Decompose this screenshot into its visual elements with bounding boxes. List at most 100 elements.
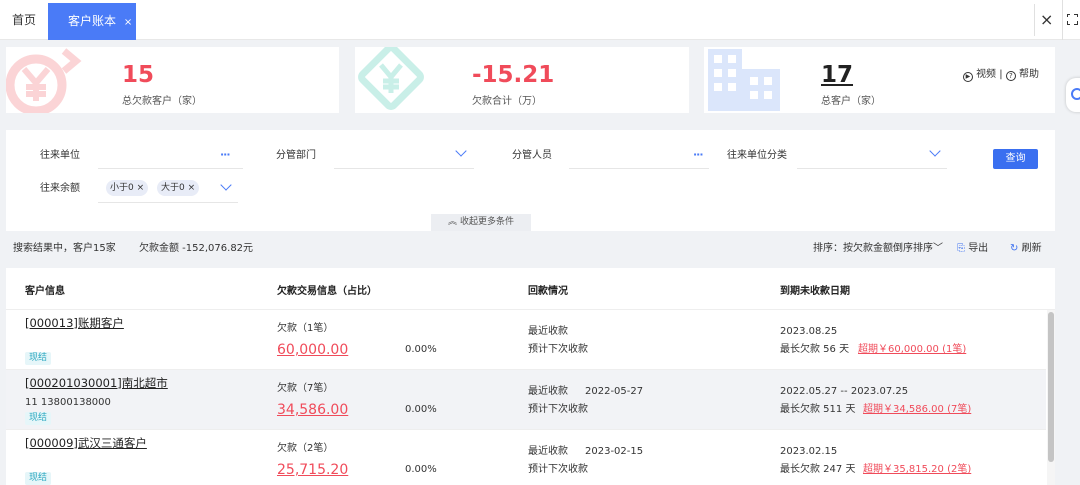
filter-tag-greater-than-zero[interactable]: 大于0 × [157, 180, 200, 196]
debt-ratio: 0.00% [405, 344, 437, 355]
export-label: 导出 [968, 243, 989, 254]
side-float-button[interactable] [1066, 78, 1080, 112]
tab-close-icon[interactable]: × [124, 17, 132, 28]
chevron-up-icon: ︽ [448, 217, 458, 227]
recent-payment-date: 2023-02-15 [585, 446, 644, 457]
sort-dropdown[interactable]: 排序：按欠款金额倒序排序﹀ [813, 243, 943, 255]
tab-bar: 首页 客户账本 × × [0, 0, 1080, 40]
category-select-underline[interactable] [797, 168, 947, 169]
category-chevron-down-icon[interactable] [929, 145, 941, 157]
partner-input-underline[interactable] [98, 168, 243, 169]
balance-chevron-down-icon[interactable] [220, 179, 232, 191]
export-button[interactable]: ⎘ 导出 [957, 243, 988, 255]
balance-select-underline[interactable] [98, 202, 238, 203]
tag-close-icon[interactable]: × [188, 183, 196, 193]
table-row[interactable]: [000013]账期客户 现结 欠款（1笔） 60,000.00 0.00% 最… [6, 310, 1046, 370]
staff-label: 分管人员 [512, 150, 552, 161]
header-due-date: 到期未收款日期 [780, 286, 850, 297]
customer-phone: 11 13800138000 [25, 397, 111, 408]
status-badge: 现结 [25, 352, 52, 365]
balance-label: 往来余额 [40, 183, 80, 194]
assistant-icon [1071, 88, 1080, 100]
results-toolbar: 搜索结果中，客户15家 欠款金额 -152,076.82元 排序：按欠款金额倒序… [0, 237, 1080, 261]
dept-label: 分管部门 [276, 150, 316, 161]
max-debt-days: 最长欠款 247 天 [780, 464, 856, 475]
table-row[interactable]: [000009]武汉三通客户 现结 欠款（2笔） 25,715.20 0.00%… [6, 430, 1046, 485]
next-payment-label: 预计下次收款 [528, 344, 588, 355]
table-row[interactable]: [000201030001]南北超市 11 13800138000 现结 欠款（… [6, 370, 1046, 430]
overdue-link[interactable]: 超期￥60,000.00 (1笔) [858, 344, 966, 356]
help-divider: | [999, 69, 1003, 80]
help-links: ▶ 视频 | ? 帮助 [962, 65, 1039, 82]
category-label: 往来单位分类 [727, 150, 787, 161]
customer-name-link[interactable]: [000013]账期客户 [25, 317, 124, 329]
tab-customer-ledger[interactable]: 客户账本 × [48, 3, 136, 40]
chevron-down-icon: ﹀ [933, 243, 943, 254]
summary-card-debt-customers: 15 总欠款客户（家） [6, 47, 339, 113]
tabbar-divider [1034, 4, 1035, 36]
staff-input-underline[interactable] [569, 168, 709, 169]
debt-total-value: -15.21 [472, 62, 555, 88]
debt-amount-link[interactable]: 60,000.00 [277, 342, 348, 358]
tag-label: 大于0 [161, 183, 185, 193]
video-link[interactable]: 视频 [976, 69, 996, 80]
tab-home[interactable]: 首页 [0, 0, 48, 40]
staff-more-icon[interactable]: ··· [693, 149, 704, 161]
filter-tag-less-than-zero[interactable]: 小于0 × [106, 180, 149, 196]
debt-count: 欠款（1笔） [277, 323, 334, 334]
next-payment-label: 预计下次收款 [528, 464, 588, 475]
debt-customers-label: 总欠款客户（家） [122, 96, 202, 107]
total-customers-count[interactable]: 17 [821, 61, 853, 89]
recent-payment-label: 最近收款 [528, 446, 568, 457]
refresh-icon: ↻ [1010, 243, 1019, 254]
overdue-link[interactable]: 超期￥35,815.20 (2笔) [863, 464, 971, 476]
debt-ratio: 0.00% [405, 464, 437, 475]
refresh-button[interactable]: ↻ 刷新 [1010, 243, 1042, 255]
filter-panel: 往来单位 ··· 分管部门 分管人员 ··· 往来单位分类 查询 往来余额 小于… [6, 130, 1055, 231]
help-link[interactable]: 帮助 [1019, 69, 1039, 80]
next-payment-label: 预计下次收款 [528, 404, 588, 415]
export-icon: ⎘ [957, 243, 965, 254]
summary-card-debt-total: -15.21 欠款合计（万） [355, 47, 689, 113]
debt-amount-link[interactable]: 25,715.20 [277, 462, 348, 478]
fullscreen-button[interactable] [1062, 0, 1080, 40]
customer-ledger-table: 客户信息 欠款交易信息（占比） 回款情况 到期未收款日期 [000013]账期客… [6, 268, 1055, 485]
scrollbar-thumb[interactable] [1048, 312, 1054, 462]
status-badge: 现结 [25, 412, 52, 425]
header-payment-status: 回款情况 [528, 286, 568, 297]
refresh-label: 刷新 [1021, 243, 1042, 254]
overdue-link[interactable]: 超期￥34,586.00 (7笔) [863, 404, 971, 416]
fullscreen-icon [1066, 13, 1078, 25]
building-icon [708, 49, 780, 111]
recent-payment-label: 最近收款 [528, 326, 568, 337]
summary-card-total-customers: 17 总客户（家） ▶ 视频 | ? 帮助 [704, 47, 1055, 113]
status-badge: 现结 [25, 472, 52, 485]
result-amount: 欠款金额 -152,076.82元 [139, 243, 254, 254]
table-scrollbar[interactable] [1047, 310, 1055, 485]
tag-close-icon[interactable]: × [137, 183, 145, 193]
due-date: 2023.02.15 [780, 446, 838, 457]
recent-payment-label: 最近收款 [528, 386, 568, 397]
sort-label: 排序：按欠款金额倒序排序 [813, 243, 933, 254]
recent-payment-date: 2022-05-27 [585, 386, 644, 397]
dept-chevron-down-icon[interactable] [455, 145, 467, 157]
dept-select-underline[interactable] [334, 168, 474, 169]
yen-refresh-icon [6, 48, 82, 113]
table-header: 客户信息 欠款交易信息（占比） 回款情况 到期未收款日期 [6, 268, 1055, 310]
search-button[interactable]: 查询 [993, 149, 1038, 169]
due-date: 2022.05.27 -- 2023.07.25 [780, 386, 909, 397]
debt-count: 欠款（2笔） [277, 443, 334, 454]
debt-customers-count: 15 [122, 62, 155, 88]
partner-more-icon[interactable]: ··· [220, 149, 231, 161]
customer-name-link[interactable]: [000009]武汉三通客户 [25, 437, 147, 449]
collapse-conditions-button[interactable]: ︽ 收起更多条件 [431, 214, 531, 231]
close-all-tabs-icon[interactable]: × [1040, 10, 1053, 30]
debt-amount-link[interactable]: 34,586.00 [277, 402, 348, 418]
play-icon[interactable]: ▶ [962, 72, 973, 82]
question-icon[interactable]: ? [1005, 71, 1016, 81]
tag-label: 小于0 [110, 183, 134, 193]
collapse-label: 收起更多条件 [459, 217, 514, 227]
debt-count: 欠款（7笔） [277, 383, 334, 394]
customer-name-link[interactable]: [000201030001]南北超市 [25, 377, 168, 389]
partner-label: 往来单位 [40, 150, 80, 161]
